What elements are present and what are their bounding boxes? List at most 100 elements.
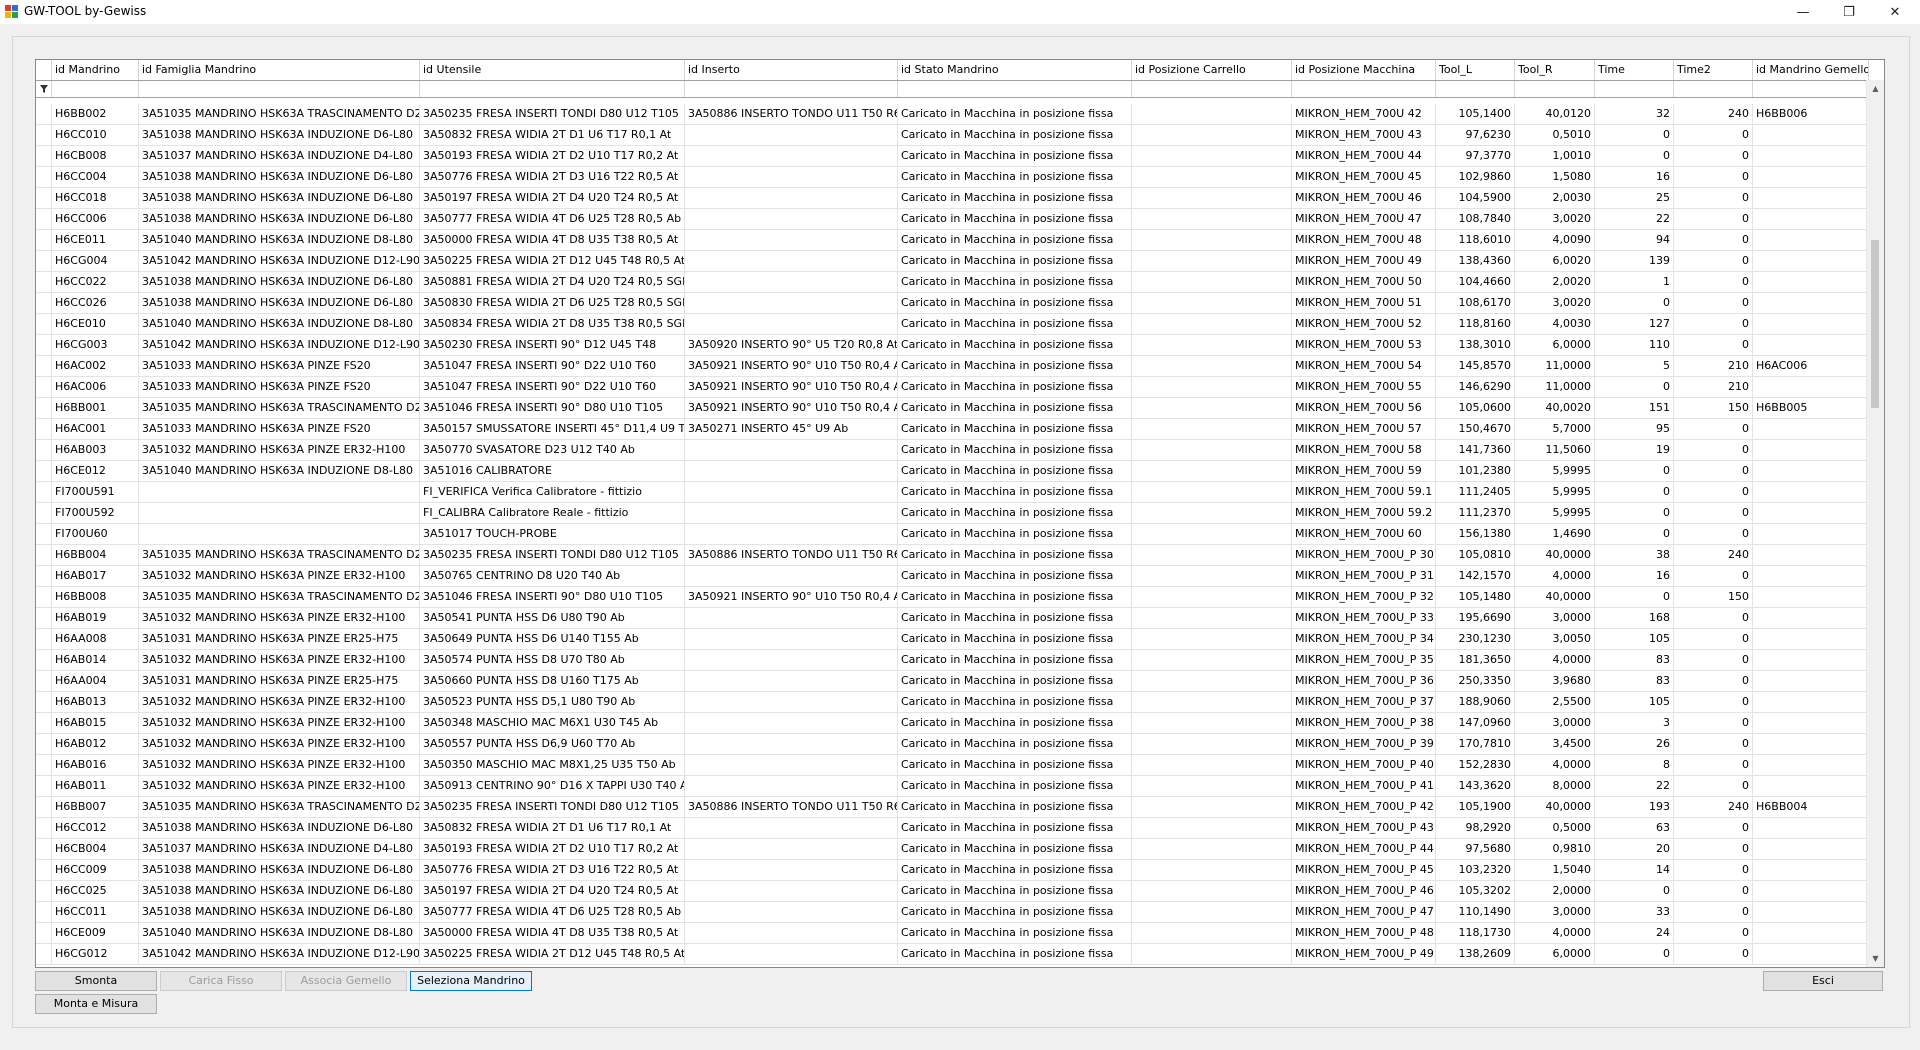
row-header[interactable] [36, 545, 52, 565]
row-header[interactable] [36, 419, 52, 439]
table-row[interactable]: H6AB014 3A51032 MANDRINO HSK63A PINZE ER3… [36, 650, 1869, 671]
row-header[interactable] [36, 839, 52, 859]
table-row[interactable]: H6CC010 3A51038 MANDRINO HSK63A INDUZIONE… [36, 125, 1869, 146]
table-row[interactable]: H6AB013 3A51032 MANDRINO HSK63A PINZE ER3… [36, 692, 1869, 713]
table-row[interactable]: H6CC004 3A51038 MANDRINO HSK63A INDUZIONE… [36, 167, 1869, 188]
scroll-thumb[interactable] [1871, 240, 1879, 408]
filter-cell-tool-r[interactable] [1515, 81, 1595, 97]
filter-cell-tool-l[interactable] [1436, 81, 1515, 97]
column-header-row-header[interactable] [36, 60, 52, 80]
table-row[interactable]: H6AA008 3A51031 MANDRINO HSK63A PINZE ER2… [36, 629, 1869, 650]
table-row[interactable]: H6BB007 3A51035 MANDRINO HSK63A TRASCINAM… [36, 797, 1869, 818]
filter-cell-id-mandrino[interactable] [52, 81, 139, 97]
row-header[interactable] [36, 356, 52, 376]
table-row[interactable]: H6CC026 3A51038 MANDRINO HSK63A INDUZIONE… [36, 293, 1869, 314]
table-row[interactable]: H6CE011 3A51040 MANDRINO HSK63A INDUZIONE… [36, 230, 1869, 251]
monta-misura-button[interactable]: Monta e Misura [35, 994, 157, 1014]
row-header[interactable] [36, 734, 52, 754]
row-header[interactable] [36, 188, 52, 208]
column-header-id-gemello[interactable]: id Mandrino Gemello [1753, 60, 1869, 80]
row-header[interactable] [36, 524, 52, 544]
column-header-tool-r[interactable]: Tool_R [1515, 60, 1595, 80]
filter-cell-id-stato[interactable] [898, 81, 1132, 97]
minimize-button[interactable]: — [1780, 0, 1826, 24]
column-header-id-pos-macchina[interactable]: id Posizione Macchina [1292, 60, 1436, 80]
table-row[interactable]: H6CB004 3A51037 MANDRINO HSK63A INDUZIONE… [36, 839, 1869, 860]
table-row[interactable]: H6BB004 3A51035 MANDRINO HSK63A TRASCINAM… [36, 545, 1869, 566]
table-row[interactable]: H6CC025 3A51038 MANDRINO HSK63A INDUZIONE… [36, 881, 1869, 902]
seleziona-mandrino-button[interactable]: Seleziona Mandrino [410, 971, 532, 991]
table-row[interactable]: H6BB008 3A51035 MANDRINO HSK63A TRASCINAM… [36, 587, 1869, 608]
table-row[interactable]: H6AB017 3A51032 MANDRINO HSK63A PINZE ER3… [36, 566, 1869, 587]
row-header[interactable] [36, 230, 52, 250]
scroll-down-arrow[interactable]: ▼ [1867, 950, 1884, 967]
table-row[interactable]: H6CC018 3A51038 MANDRINO HSK63A INDUZIONE… [36, 188, 1869, 209]
column-header-id-utensile[interactable]: id Utensile [420, 60, 685, 80]
vertical-scrollbar[interactable]: ▲ ▼ [1866, 80, 1884, 967]
table-row[interactable]: H6AB015 3A51032 MANDRINO HSK63A PINZE ER3… [36, 713, 1869, 734]
row-header[interactable] [36, 125, 52, 145]
row-header[interactable] [36, 251, 52, 271]
filter-cell-time[interactable] [1595, 81, 1674, 97]
row-header[interactable] [36, 377, 52, 397]
table-row[interactable]: H6AC001 3A51033 MANDRINO HSK63A PINZE FS2… [36, 419, 1869, 440]
table-row[interactable]: H6AC006 3A51033 MANDRINO HSK63A PINZE FS2… [36, 377, 1869, 398]
column-header-tool-l[interactable]: Tool_L [1436, 60, 1515, 80]
table-row[interactable]: H6CE012 3A51040 MANDRINO HSK63A INDUZIONE… [36, 461, 1869, 482]
row-header[interactable] [36, 818, 52, 838]
row-header[interactable] [36, 482, 52, 502]
table-row[interactable]: H6CC022 3A51038 MANDRINO HSK63A INDUZIONE… [36, 272, 1869, 293]
scroll-up-arrow[interactable]: ▲ [1867, 80, 1884, 97]
table-row[interactable]: H6CB008 3A51037 MANDRINO HSK63A INDUZIONE… [36, 146, 1869, 167]
table-row[interactable]: H6CC011 3A51038 MANDRINO HSK63A INDUZIONE… [36, 902, 1869, 923]
tool-grid[interactable]: id Mandrino id Famiglia Mandrino id Utensi… [35, 59, 1885, 968]
table-row[interactable]: FI700U592 FI_CALIBRA Calibratore Reale - … [36, 503, 1869, 524]
row-header[interactable] [36, 167, 52, 187]
table-row[interactable]: H6AB011 3A51032 MANDRINO HSK63A PINZE ER3… [36, 776, 1869, 797]
carica-fisso-button[interactable]: Carica Fisso [160, 971, 282, 991]
table-row[interactable]: H6BB002 3A51035 MANDRINO HSK63A TRASCINAM… [36, 104, 1869, 125]
row-header[interactable] [36, 860, 52, 880]
table-row[interactable]: H6AB003 3A51032 MANDRINO HSK63A PINZE ER3… [36, 440, 1869, 461]
row-header[interactable] [36, 566, 52, 586]
row-header[interactable] [36, 629, 52, 649]
row-header[interactable] [36, 797, 52, 817]
row-header[interactable] [36, 881, 52, 901]
associa-gemello-button[interactable]: Associa Gemello [285, 971, 407, 991]
table-row[interactable]: H6CC009 3A51038 MANDRINO HSK63A INDUZIONE… [36, 860, 1869, 881]
row-header[interactable] [36, 335, 52, 355]
row-header[interactable] [36, 209, 52, 229]
table-row[interactable]: H6AC002 3A51033 MANDRINO HSK63A PINZE FS2… [36, 356, 1869, 377]
restore-button[interactable]: ❐ [1826, 0, 1872, 24]
table-row[interactable]: FI700U591 FI_VERIFICA Verifica Calibrator… [36, 482, 1869, 503]
table-row[interactable]: H6AB016 3A51032 MANDRINO HSK63A PINZE ER3… [36, 755, 1869, 776]
filter-cell-id-famiglia[interactable] [139, 81, 420, 97]
column-header-time[interactable]: Time [1595, 60, 1674, 80]
row-header[interactable] [36, 440, 52, 460]
table-row[interactable]: H6CE009 3A51040 MANDRINO HSK63A INDUZIONE… [36, 923, 1869, 944]
row-header[interactable] [36, 713, 52, 733]
row-header[interactable] [36, 650, 52, 670]
column-header-id-stato[interactable]: id Stato Mandrino [898, 60, 1132, 80]
filter-cell-id-pos-carrello[interactable] [1132, 81, 1292, 97]
table-row[interactable]: H6CG003 3A51042 MANDRINO HSK63A INDUZIONE… [36, 335, 1869, 356]
close-button[interactable]: ✕ [1872, 0, 1918, 24]
filter-cell-id-gemello[interactable] [1753, 81, 1869, 97]
row-header[interactable] [36, 398, 52, 418]
column-header-time2[interactable]: Time2 [1674, 60, 1753, 80]
table-row[interactable]: H6AB019 3A51032 MANDRINO HSK63A PINZE ER3… [36, 608, 1869, 629]
table-row[interactable]: FI700U60 3A51017 TOUCH-PROBE Caricato in M… [36, 524, 1869, 545]
row-header[interactable] [36, 692, 52, 712]
row-header[interactable] [36, 503, 52, 523]
esci-button[interactable]: Esci [1763, 971, 1883, 991]
row-header[interactable] [36, 587, 52, 607]
funnel-icon[interactable] [36, 81, 52, 97]
table-row[interactable]: H6BB001 3A51035 MANDRINO HSK63A TRASCINAM… [36, 398, 1869, 419]
row-header[interactable] [36, 944, 52, 964]
row-header[interactable] [36, 608, 52, 628]
row-header[interactable] [36, 755, 52, 775]
column-header-id-mandrino[interactable]: id Mandrino [52, 60, 139, 80]
table-row[interactable]: H6AB012 3A51032 MANDRINO HSK63A PINZE ER3… [36, 734, 1869, 755]
table-row[interactable]: H6CE010 3A51040 MANDRINO HSK63A INDUZIONE… [36, 314, 1869, 335]
row-header[interactable] [36, 923, 52, 943]
